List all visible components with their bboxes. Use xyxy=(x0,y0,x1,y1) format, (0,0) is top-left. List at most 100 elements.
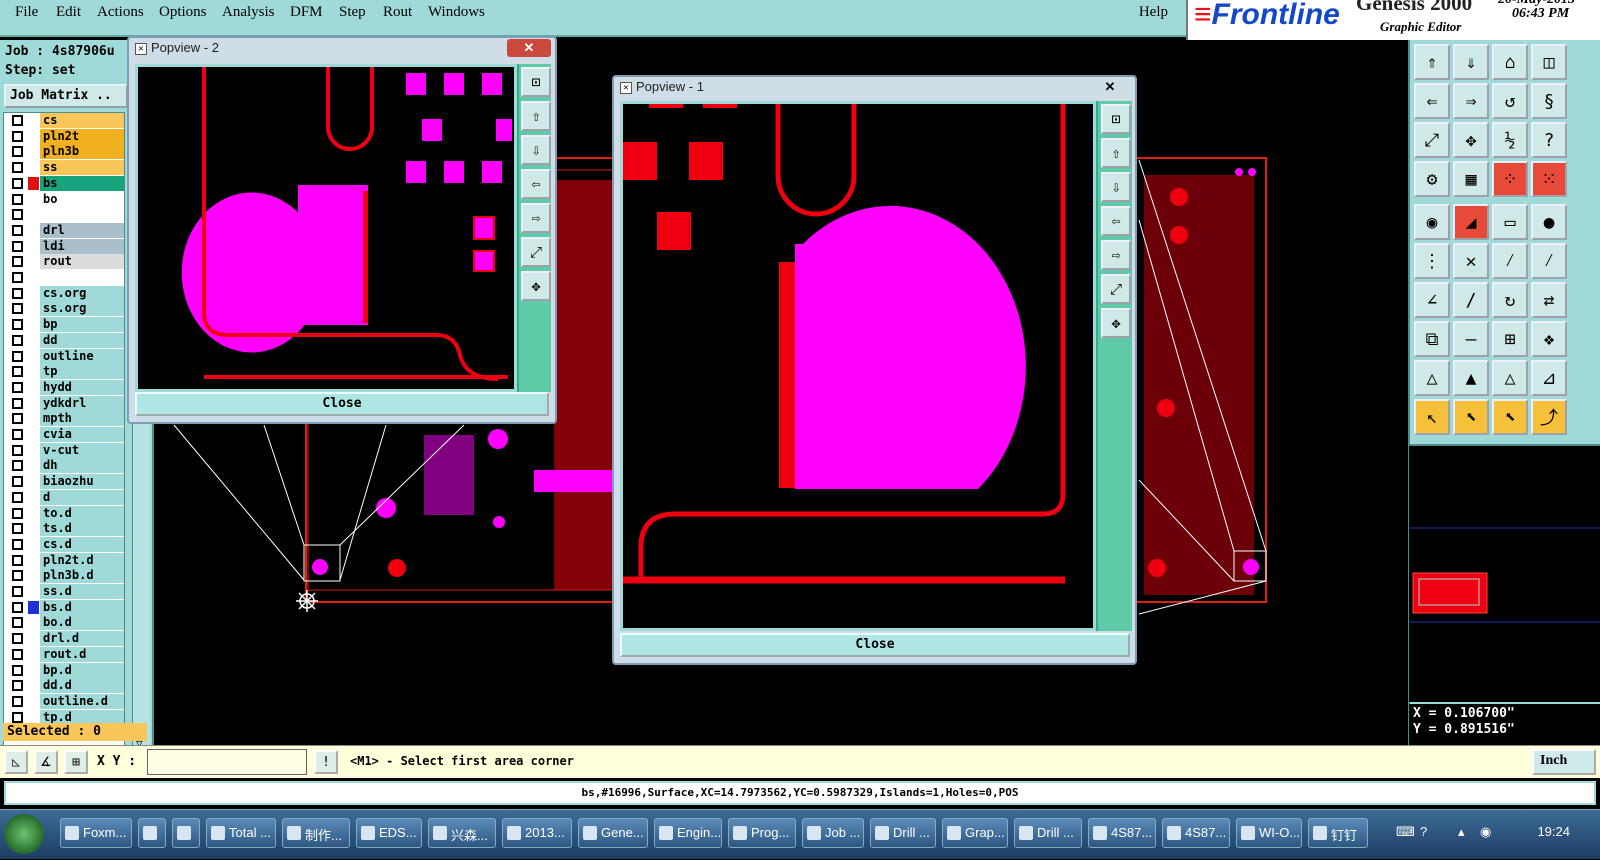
layer-checkbox[interactable] xyxy=(12,177,23,189)
network-icon[interactable]: ◉ xyxy=(1480,824,1491,840)
layer-row[interactable]: pln3b xyxy=(4,144,124,160)
layer-row[interactable]: pln3b.d xyxy=(4,568,124,584)
layer-checkbox[interactable] xyxy=(12,397,23,409)
layer-checkbox[interactable] xyxy=(12,256,23,268)
layer-name[interactable]: cs.d xyxy=(40,536,124,552)
select-pointer-icon[interactable]: ↖ xyxy=(1414,399,1450,435)
layer-name[interactable]: rout xyxy=(40,254,124,270)
layer-row[interactable]: dd.d xyxy=(4,678,124,694)
layer-name[interactable]: bs xyxy=(40,175,124,191)
mirror-icon[interactable]: ⇄ xyxy=(1531,282,1567,318)
taskbar-item[interactable]: Engin... xyxy=(654,818,722,848)
angle-icon[interactable]: ∠ xyxy=(1414,282,1450,318)
menu-options[interactable]: Options xyxy=(159,4,207,21)
layer-checkbox[interactable] xyxy=(12,272,23,283)
pan-down-icon[interactable]: ⇩ xyxy=(1101,172,1131,202)
layer-name[interactable]: ts.d xyxy=(40,521,124,537)
slash-icon[interactable]: / xyxy=(1453,282,1489,318)
delete-icon[interactable]: ✕ xyxy=(1453,243,1489,279)
zoom-in-icon[interactable]: ⤢ xyxy=(1414,122,1450,158)
connect-icon[interactable]: ⋮ xyxy=(1414,243,1450,279)
popview-1-close-button[interactable]: Close xyxy=(620,633,1130,657)
overview-map[interactable] xyxy=(1409,444,1600,702)
layer-name[interactable]: tp xyxy=(40,364,124,380)
layer-name[interactable]: ss.d xyxy=(40,584,124,599)
pad-icon[interactable]: ● xyxy=(1531,204,1567,240)
layer-checkbox[interactable] xyxy=(12,115,23,126)
layer-checkbox[interactable] xyxy=(12,381,23,393)
menu-step[interactable]: Step xyxy=(339,4,366,21)
zoom-out-icon[interactable]: ✥ xyxy=(1101,308,1131,338)
layer-checkbox[interactable] xyxy=(12,695,23,707)
layer-name[interactable]: bs.d xyxy=(40,599,124,615)
layer-name[interactable]: ss xyxy=(40,160,124,176)
layer-name[interactable]: cs xyxy=(40,113,124,128)
add-feature-icon[interactable]: ◉ xyxy=(1414,204,1450,240)
layer-row[interactable]: drl.d xyxy=(4,631,124,647)
snap-center-icon[interactable]: ⁙ xyxy=(1531,161,1567,197)
zoom-in-icon[interactable]: ⤢ xyxy=(521,237,551,267)
taskbar-item[interactable]: Total ... xyxy=(206,818,276,848)
layer-checkbox[interactable] xyxy=(12,130,23,142)
layer-checkbox[interactable] xyxy=(12,554,23,566)
layer-name[interactable]: outline xyxy=(40,348,124,364)
layer-row[interactable]: biaozhu xyxy=(4,474,124,490)
layer-name[interactable]: pln3b.d xyxy=(40,568,124,584)
taskbar-item[interactable]: 制作... xyxy=(282,818,350,848)
taskbar-item[interactable]: 钉钉 xyxy=(1308,818,1368,848)
window-icon[interactable]: ◫ xyxy=(1531,44,1567,80)
pan-up-icon[interactable]: ⇑ xyxy=(1414,44,1450,80)
layer-checkbox[interactable] xyxy=(12,664,23,676)
xy-input[interactable] xyxy=(147,749,307,775)
zoom-in-icon[interactable]: ⤢ xyxy=(1101,274,1131,304)
pan-down-icon[interactable]: ⇓ xyxy=(1453,44,1489,80)
copy-icon[interactable]: ⧉ xyxy=(1414,321,1450,357)
layer-row[interactable]: dd xyxy=(4,332,124,348)
layer-row[interactable] xyxy=(4,207,124,223)
layer-checkbox[interactable] xyxy=(12,538,23,550)
angle-mode-icon[interactable]: ∡ xyxy=(34,750,58,774)
layer-name[interactable]: v-cut xyxy=(40,442,124,458)
keyboard-icon[interactable]: ⌨ xyxy=(1396,824,1415,840)
taskbar-item[interactable]: Grap... xyxy=(942,818,1008,848)
layer-row[interactable]: drl xyxy=(4,222,124,238)
layer-row[interactable]: v-cut xyxy=(4,442,124,458)
measure-icon[interactable]: ▭ xyxy=(1492,204,1528,240)
layer-row[interactable]: bs.d xyxy=(4,599,124,615)
snap-mode-icon[interactable]: ◺ xyxy=(4,750,28,774)
layer-checkbox[interactable] xyxy=(12,617,23,629)
taskbar-item[interactable]: Gene... xyxy=(578,818,648,848)
layer-checkbox[interactable] xyxy=(12,413,23,425)
help-tray-icon[interactable]: ? xyxy=(1420,824,1427,839)
taskbar-item[interactable]: Drill ... xyxy=(1014,818,1082,848)
layer-name[interactable]: cvia xyxy=(40,427,124,442)
select-net-icon[interactable]: ⬉ xyxy=(1492,399,1528,435)
pan-left-icon[interactable]: ⇐ xyxy=(1414,83,1450,119)
layer-name[interactable]: drl xyxy=(40,222,124,238)
arc-icon[interactable]: ⁄ xyxy=(1531,243,1567,279)
menu-help[interactable]: Help xyxy=(1139,4,1168,21)
layer-name[interactable]: cs.org xyxy=(40,285,124,301)
layer-checkbox[interactable] xyxy=(12,224,23,236)
menu-analysis[interactable]: Analysis xyxy=(222,4,275,21)
layer-row[interactable]: bp.d xyxy=(4,662,124,678)
line-icon[interactable]: ⁄ xyxy=(1492,243,1528,279)
layer-checkbox[interactable] xyxy=(12,680,23,692)
layer-name[interactable]: ydkdrl xyxy=(40,395,124,411)
pan-up-icon[interactable]: ⇧ xyxy=(521,101,551,131)
layer-row[interactable]: outline xyxy=(4,348,124,364)
layer-name[interactable]: bp xyxy=(40,317,124,333)
triangle-icon[interactable]: △ xyxy=(1414,360,1450,396)
taskbar-item[interactable]: Drill ... xyxy=(870,818,936,848)
tray-arrow-icon[interactable]: ▴ xyxy=(1458,824,1465,840)
popview-1-view[interactable] xyxy=(620,101,1096,631)
taskbar-item[interactable]: Foxm... xyxy=(60,818,132,848)
pan-right-icon[interactable]: ⇨ xyxy=(521,203,551,233)
layer-name[interactable]: pln2t xyxy=(40,128,124,144)
popview-2-close-icon[interactable]: ✕ xyxy=(507,39,551,57)
layer-checkbox[interactable] xyxy=(12,491,23,503)
group-icon[interactable]: ❖ xyxy=(1531,321,1567,357)
pan-down-icon[interactable]: ⇩ xyxy=(521,135,551,165)
layer-name[interactable]: dd xyxy=(40,332,124,348)
layer-checkbox[interactable] xyxy=(12,193,23,205)
